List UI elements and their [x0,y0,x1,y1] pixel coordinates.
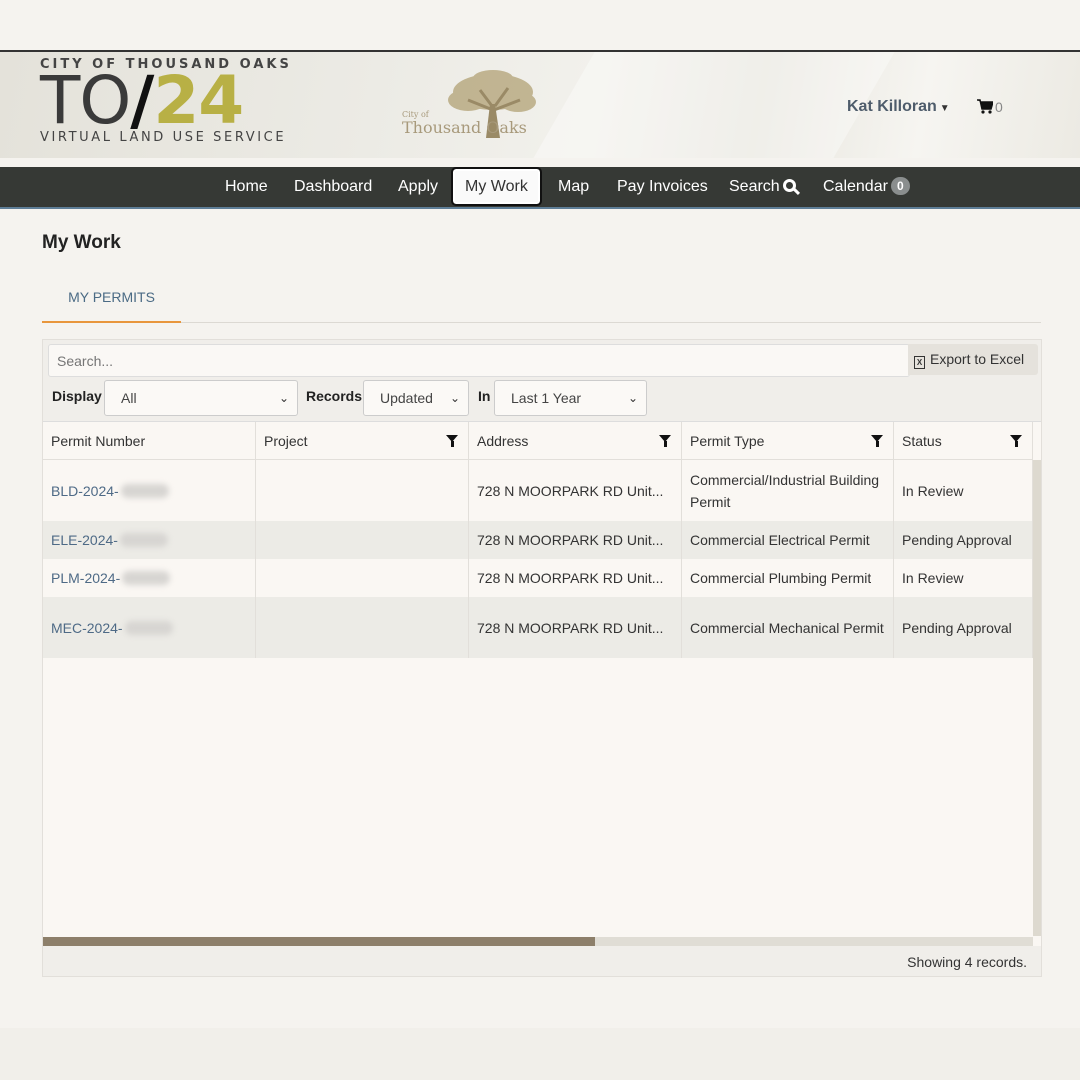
permit-type-cell: Commercial Plumbing Permit [682,559,894,597]
record-count: Showing 4 records. [907,954,1027,970]
column-header-permit-type[interactable]: Permit Type [682,422,894,460]
filter-icon[interactable] [659,435,671,447]
site-header: CITY OF THOUSAND OAKS TO/24 VIRTUAL LAND… [0,50,1080,158]
filter-icon[interactable] [446,435,458,447]
user-menu[interactable]: Kat Killoran ▼ [847,98,950,116]
nav-home[interactable]: Home [225,167,268,207]
column-header-address[interactable]: Address [469,422,682,460]
to24-logo[interactable]: CITY OF THOUSAND OAKS TO/24 VIRTUAL LAND… [40,57,292,145]
permit-number-cell[interactable]: BLD-2024- [43,460,256,521]
table-row[interactable]: MEC-2024- 728 N MOORPARK RD Unit... Comm… [43,597,1033,658]
in-value: Last 1 Year [511,390,582,406]
nav-pay-invoices[interactable]: Pay Invoices [617,167,708,207]
address-cell: 728 N MOORPARK RD Unit... [469,559,682,597]
permit-type-cell: Commercial/Industrial Building Permit [682,460,894,521]
display-label: Display [52,388,102,404]
column-header-project[interactable]: Project [256,422,469,460]
page-footer-band [0,1028,1080,1080]
nav-search[interactable]: Search [729,167,796,207]
permit-link[interactable]: BLD-2024- [51,480,119,502]
nav-calendar-label: Calendar [823,178,888,195]
redacted-value [120,483,169,498]
display-value: All [121,390,137,406]
permit-link[interactable]: MEC-2024- [51,617,123,639]
address-cell: 728 N MOORPARK RD Unit... [469,597,682,658]
project-cell [256,521,469,559]
cart-count: 0 [995,99,1003,115]
cart-icon [977,99,994,114]
chevron-down-icon: ⌄ [278,391,289,405]
records-select[interactable]: Updated ⌄ [363,380,469,416]
logo-wordmark: TO/24 [40,62,244,139]
in-label: In [478,388,491,404]
permits-grid: X Export to Excel Display All ⌄ Records Up… [42,339,1042,977]
redacted-value [119,533,168,547]
nav-search-label: Search [729,178,780,195]
chevron-down-icon: ⌄ [449,391,460,405]
horizontal-scrollbar[interactable] [43,937,1033,946]
export-label: Export to Excel [930,351,1025,367]
logo-tagline: VIRTUAL LAND USE SERVICE [40,130,287,145]
table-header: Permit Number Project Address Permit Typ… [43,422,1033,460]
project-cell [256,559,469,597]
user-name: Kat Killoran [847,98,937,115]
address-cell: 728 N MOORPARK RD Unit... [469,460,682,521]
permit-type-cell: Commercial Mechanical Permit [682,597,894,658]
nav-my-work[interactable]: My Work [451,167,542,206]
filter-icon[interactable] [1010,435,1022,447]
tab-my-permits[interactable]: MY PERMITS [42,284,181,323]
page-title: My Work [42,232,121,253]
seal-name: Thousand Oaks [402,118,527,137]
column-header-permit-number[interactable]: Permit Number [43,422,256,460]
records-label: Records [306,388,363,404]
permit-type-cell: Commercial Electrical Permit [682,521,894,559]
table-row[interactable]: BLD-2024- 728 N MOORPARK RD Unit... Comm… [43,460,1033,521]
status-cell: In Review [894,460,1033,521]
project-cell [256,460,469,521]
tab-bar: MY PERMITS [42,284,1041,323]
display-select[interactable]: All ⌄ [104,380,298,416]
chevron-down-icon: ⌄ [627,391,638,405]
horizontal-scrollbar-thumb[interactable] [43,937,595,946]
permit-number-cell[interactable]: ELE-2024- [43,521,256,559]
column-header-status[interactable]: Status [894,422,1033,460]
nav-apply[interactable]: Apply [398,167,438,207]
permit-link[interactable]: ELE-2024- [51,529,118,551]
table-row[interactable]: PLM-2024- 728 N MOORPARK RD Unit... Comm… [43,559,1033,597]
main-nav: Home Dashboard Apply My Work Map Pay Inv… [0,167,1080,209]
caret-down-icon: ▼ [939,103,950,114]
grid-toolbar: X Export to Excel Display All ⌄ Records Up… [43,340,1041,422]
search-icon [782,179,796,192]
city-seal-logo: City of Thousand Oaks [398,70,543,142]
search-input[interactable] [48,344,910,377]
cart-button[interactable]: 0 [977,99,1003,116]
status-cell: Pending Approval [894,597,1033,658]
nav-calendar[interactable]: Calendar 0 [823,167,910,207]
redacted-value [122,571,171,585]
nav-map[interactable]: Map [558,167,589,207]
calendar-count-badge: 0 [890,177,910,195]
table-row[interactable]: ELE-2024- 728 N MOORPARK RD Unit... Comm… [43,521,1033,559]
excel-icon: X [914,356,925,369]
export-to-excel-button[interactable]: X Export to Excel [908,344,1038,375]
grid-footer: Showing 4 records. [43,946,1041,976]
nav-dashboard[interactable]: Dashboard [294,167,372,207]
redacted-value [124,620,173,635]
filter-icon[interactable] [871,435,883,447]
permit-link[interactable]: PLM-2024- [51,567,120,589]
vertical-scrollbar[interactable] [1033,460,1041,936]
address-cell: 728 N MOORPARK RD Unit... [469,521,682,559]
records-value: Updated [380,390,433,406]
status-cell: In Review [894,559,1033,597]
permit-number-cell[interactable]: PLM-2024- [43,559,256,597]
in-select[interactable]: Last 1 Year ⌄ [494,380,647,416]
permit-number-cell[interactable]: MEC-2024- [43,597,256,658]
status-cell: Pending Approval [894,521,1033,559]
project-cell [256,597,469,658]
